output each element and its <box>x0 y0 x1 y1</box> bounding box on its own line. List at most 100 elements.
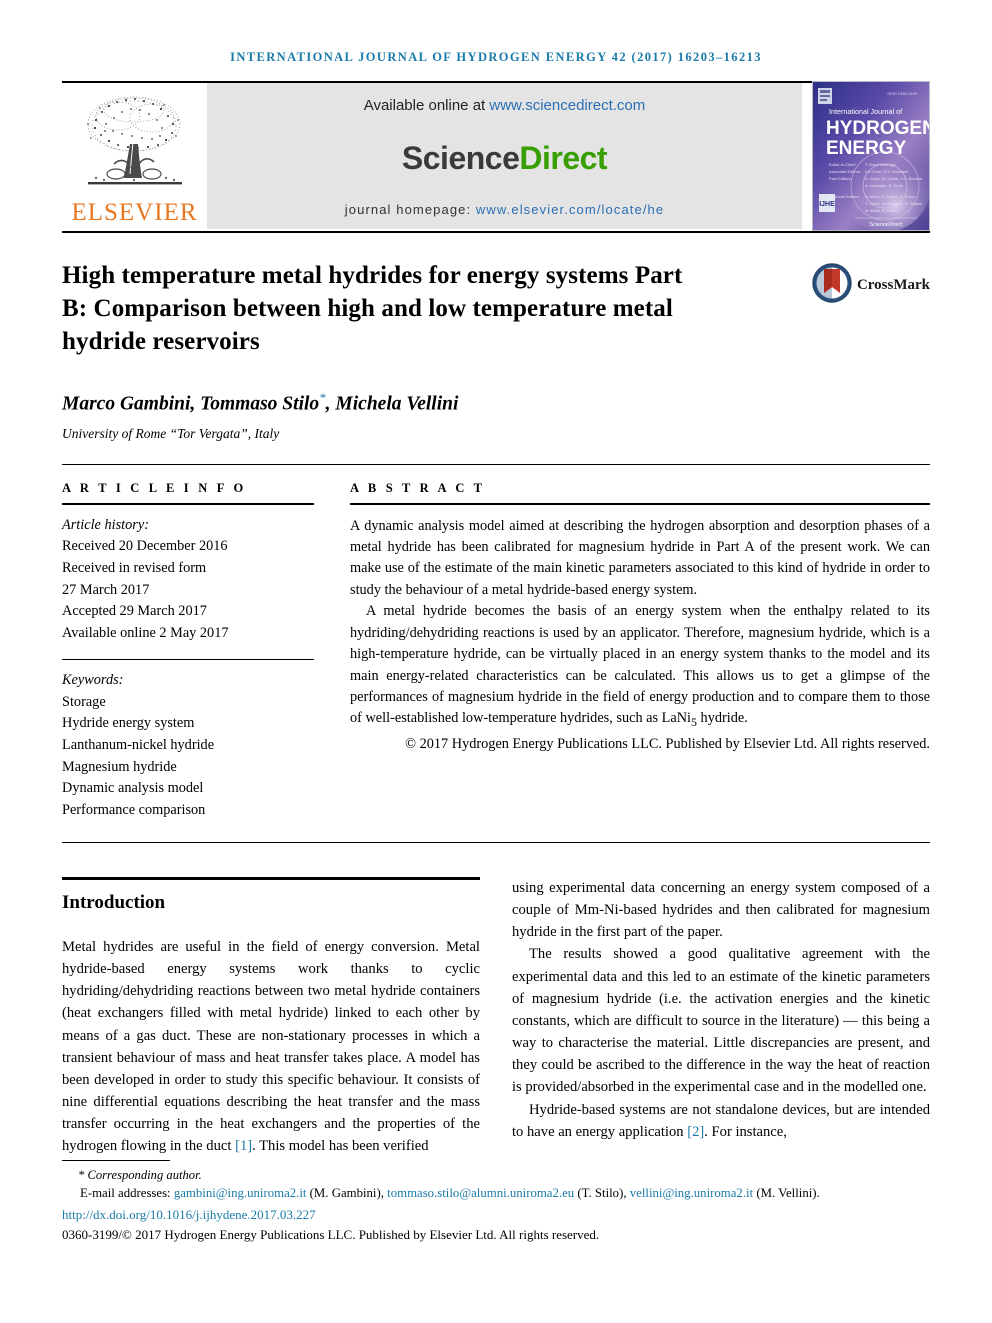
crossmark-badge[interactable]: CrossMark <box>812 263 930 308</box>
history-item: 27 March 2017 <box>62 581 150 598</box>
affiliation: University of Rome “Tor Vergata”, Italy <box>62 425 280 441</box>
history-item: Accepted 29 March 2017 <box>62 603 207 620</box>
email-addresses-line: E-mail addresses: gambini@ing.uniroma2.i… <box>62 1184 930 1203</box>
article-history-block: Article history: Received 20 December 20… <box>62 515 314 645</box>
abstract-column: A B S T R A C T A dynamic analysis model… <box>350 481 930 822</box>
article-info-heading: A R T I C L E I N F O <box>62 480 247 495</box>
citation-link-2[interactable]: [2] <box>687 1124 704 1140</box>
running-head: INTERNATIONAL JOURNAL OF HYDROGEN ENERGY… <box>230 50 762 64</box>
email-name-3: (M. Vellini). <box>753 1186 820 1201</box>
svg-text:Associate Editors:: Associate Editors: <box>829 169 861 174</box>
history-item: Available online 2 May 2017 <box>62 625 229 642</box>
abstract-p2-post: hydride. <box>696 710 748 727</box>
history-item: Received in revised form <box>62 559 207 576</box>
article-history-title: Article history: <box>62 516 149 533</box>
abstract-bottom-rule <box>62 841 930 843</box>
abstract-p2-pre: A metal hydride becomes the basis of an … <box>350 603 930 727</box>
svg-text:HYDROGEN: HYDROGEN <box>826 118 929 139</box>
svg-text:A. Veziroglu, S. Dunn: A. Veziroglu, S. Dunn <box>865 183 903 188</box>
svg-text:Editor-in-Chief:: Editor-in-Chief: <box>829 162 856 167</box>
journal-cover-image: ISSN 0360-3199 International Journal of … <box>812 81 930 231</box>
intro-paragraph-right-3: Hydride-based systems are not standalone… <box>512 1099 930 1143</box>
svg-text:T. Nejat Veziroglu: T. Nejat Veziroglu <box>865 162 896 167</box>
svg-text:Past Editors:: Past Editors: <box>829 176 852 181</box>
history-item: Received 20 December 2016 <box>62 538 228 555</box>
intro-paragraph-right-1: using experimental data concerning an en… <box>512 879 930 941</box>
title-block: High temperature metal hydrides for ener… <box>62 259 930 358</box>
email-label: E-mail addresses: <box>80 1186 174 1201</box>
email-name-1: (M. Gambini), <box>306 1186 388 1201</box>
intro-left-post: . This model has been verified <box>252 1138 429 1155</box>
keyword-item: Lanthanum-nickel hydride <box>62 736 215 753</box>
svg-text:A. Alkan, S. Kakac, A. Ersoz,: A. Alkan, S. Kakac, A. Ersoz, <box>865 194 916 199</box>
keyword-item: Hydride energy system <box>62 715 195 732</box>
introduction-rule <box>62 876 480 880</box>
keyword-item: Dynamic analysis model <box>62 780 204 797</box>
body-column-left: Introduction Metal hydrides are useful i… <box>62 876 480 1158</box>
article-info-column: A R T I C L E I N F O Article history: R… <box>62 481 314 822</box>
email-link-vellini[interactable]: vellini@ing.uniroma2.it <box>630 1186 753 1200</box>
intro-right-post: . For instance, <box>704 1123 787 1140</box>
crossmark-label: CrossMark <box>856 277 930 293</box>
introduction-left-text: Metal hydrides are useful in the field o… <box>62 936 480 1158</box>
doi-link[interactable]: http://dx.doi.org/10.1016/j.ijhydene.201… <box>62 1206 930 1225</box>
svg-text:M. Balat, B. Pollet: M. Balat, B. Pollet <box>865 208 898 213</box>
elsevier-tree-icon <box>76 90 194 198</box>
journal-cover-container: ISSN 0360-3199 International Journal of … <box>802 81 930 231</box>
elsevier-wordmark: ELSEVIER <box>71 199 198 226</box>
info-abstract-row: A R T I C L E I N F O Article history: R… <box>62 481 930 822</box>
email-link-stilo[interactable]: tommaso.stilo@alumni.uniroma2.eu <box>387 1186 574 1200</box>
email-link-gambini[interactable]: gambini@ing.uniroma2.it <box>174 1186 307 1200</box>
sciencedirect-logo: ScienceDirect <box>402 139 608 177</box>
sciencedirect-link[interactable]: www.sciencedirect.com <box>489 97 645 114</box>
author-names-lead: Marco Gambini, Tommaso Stilo <box>62 393 320 415</box>
svg-text:T. Yalcin, N. Muradov, D. Stol: T. Yalcin, N. Muradov, D. Stolten <box>865 201 922 206</box>
masthead-bottom-rule <box>62 231 930 233</box>
keywords-rule <box>62 658 314 660</box>
keywords-title: Keywords: <box>62 671 124 688</box>
svg-text:ISSN 0360-3199: ISSN 0360-3199 <box>887 91 917 96</box>
sciencedirect-banner: Available online at www.sciencedirect.co… <box>207 83 802 229</box>
abstract-paragraph-1: A dynamic analysis model aimed at descri… <box>350 517 930 598</box>
journal-homepage-link[interactable]: www.elsevier.com/locate/he <box>476 202 664 217</box>
introduction-right-text: using experimental data concerning an en… <box>512 877 930 1143</box>
corresponding-author-note: * Corresponding author. <box>78 1168 202 1182</box>
info-section-top-rule <box>62 463 930 465</box>
svg-text:ENERGY: ENERGY <box>826 138 907 159</box>
citation-link-1[interactable]: [1] <box>235 1138 252 1154</box>
masthead: ELSEVIER Available online at www.science… <box>62 81 930 231</box>
body-column-right: using experimental data concerning an en… <box>512 877 930 1158</box>
intro-left-pre: Metal hydrides are useful in the field o… <box>62 938 480 1155</box>
issn-copyright-line: 0360-3199/© 2017 Hydrogen Energy Publica… <box>62 1226 600 1242</box>
svg-text:ScienceDirect: ScienceDirect <box>869 222 903 228</box>
abstract-heading: A B S T R A C T <box>350 480 486 495</box>
abstract-paragraph-2: A metal hydride becomes the basis of an … <box>350 601 930 732</box>
keywords-block: Keywords: Storage Hydride energy system … <box>62 670 314 822</box>
available-online-line: Available online at www.sciencedirect.co… <box>364 97 646 114</box>
introduction-heading: Introduction <box>62 891 166 913</box>
author-names-tail: , Michela Vellini <box>325 393 459 415</box>
author-list: Marco Gambini, Tommaso Stilo*, Michela V… <box>62 390 930 416</box>
keyword-item: Magnesium hydride <box>62 758 177 775</box>
journal-homepage-line: journal homepage: www.elsevier.com/locat… <box>345 202 664 217</box>
svg-text:International Journal of: International Journal of <box>829 107 902 116</box>
page-footer: * Corresponding author. E-mail addresses… <box>62 1160 930 1244</box>
intro-paragraph-right-2: The results showed a good qualitative ag… <box>512 946 930 1096</box>
article-info-rule <box>62 502 314 505</box>
svg-text:Lin Chen, D.Y. Goswami: Lin Chen, D.Y. Goswami <box>865 169 908 174</box>
page-title: High temperature metal hydrides for ener… <box>62 262 683 355</box>
sciencedirect-logo-direct: Direct <box>519 139 608 176</box>
email-name-2: (T. Stilo), <box>574 1186 630 1201</box>
keyword-item: Performance comparison <box>62 802 206 819</box>
abstract-body: A dynamic analysis model aimed at descri… <box>350 516 930 756</box>
journal-article-page: INTERNATIONAL JOURNAL OF HYDROGEN ENERGY… <box>0 0 992 1323</box>
crossmark-icon <box>812 263 852 308</box>
footnote-rule <box>62 1160 170 1161</box>
body-columns: Introduction Metal hydrides are useful i… <box>62 876 930 1158</box>
abstract-copyright: © 2017 Hydrogen Energy Publications LLC.… <box>405 736 930 753</box>
keyword-item: Storage <box>62 693 106 710</box>
svg-text:A. Dicks, M. Conte, J.O. Bockr: A. Dicks, M. Conte, J.O. Bockris <box>865 176 922 181</box>
svg-text:IJHE: IJHE <box>819 201 835 208</box>
journal-homepage-label: journal homepage: <box>344 202 476 217</box>
abstract-rule <box>350 502 930 505</box>
